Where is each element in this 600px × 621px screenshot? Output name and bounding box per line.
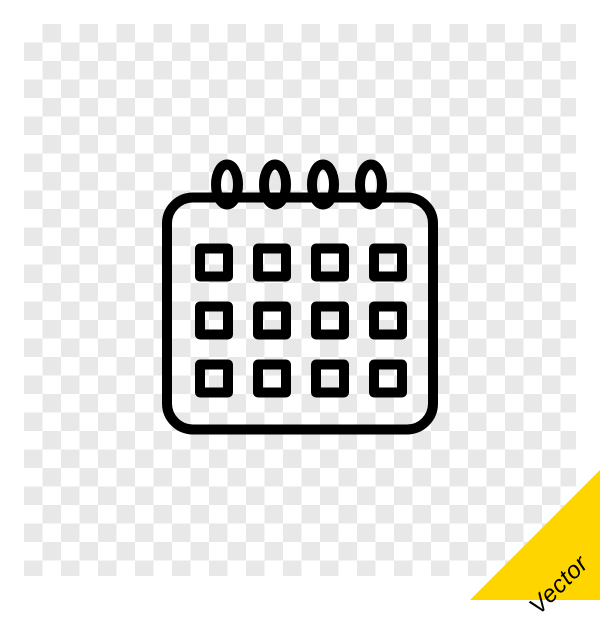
stock-image-canvas: Vector [0, 0, 600, 600]
calendar-icon [145, 143, 455, 458]
